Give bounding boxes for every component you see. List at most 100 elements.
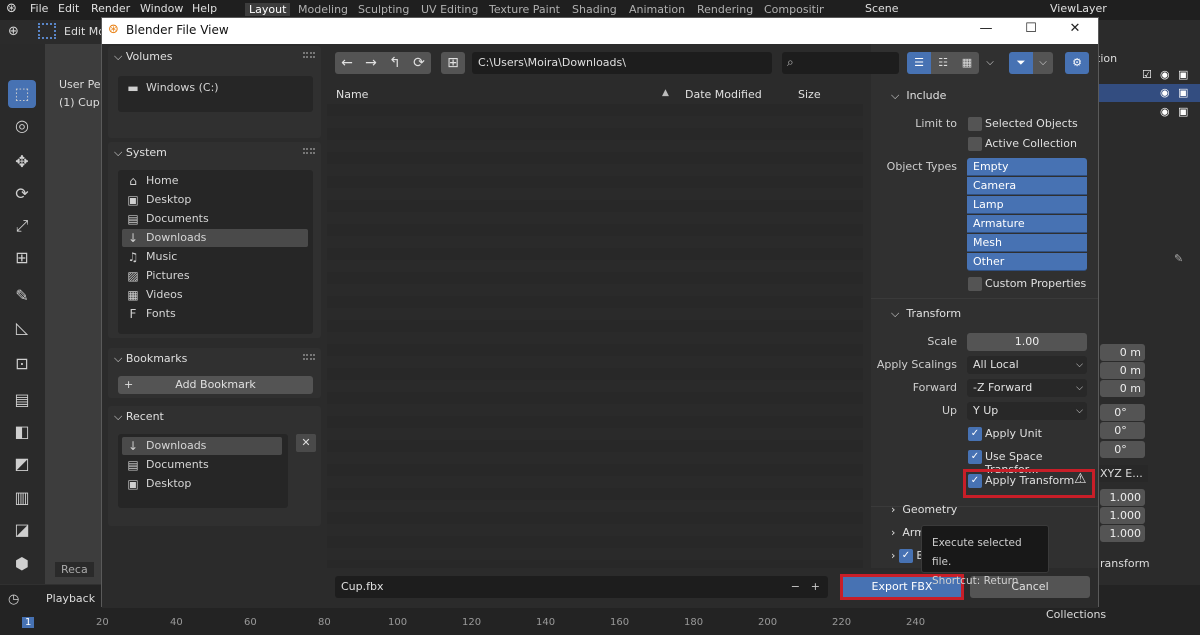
apply-transform-checkbox[interactable]: ✓	[968, 474, 982, 488]
eye-icon[interactable]: ◉	[1160, 105, 1170, 118]
poly-build-tool-icon[interactable]: ⬢	[8, 550, 36, 578]
apply-transform-label[interactable]: Apply Transform	[985, 474, 1074, 487]
apply-unit-label[interactable]: Apply Unit	[985, 427, 1042, 440]
parent-directory-icon[interactable]: ↰	[383, 52, 407, 74]
refresh-icon[interactable]: ⟳	[407, 52, 431, 74]
location-x-field[interactable]: 0 m	[1100, 344, 1145, 361]
geometry-panel-header[interactable]: › Geometry	[891, 503, 957, 516]
checkbox-icon[interactable]: ☑	[1142, 68, 1152, 81]
apply-unit-checkbox[interactable]: ✓	[968, 427, 982, 441]
selected-objects-label[interactable]: Selected Objects	[985, 117, 1078, 130]
rotation-z-field[interactable]: 0°	[1100, 441, 1145, 458]
armature-panel-header[interactable]: › Arm	[891, 526, 925, 539]
column-date-modified[interactable]: Date Modified	[685, 88, 762, 101]
select-box-icon[interactable]	[38, 23, 56, 39]
collections-label[interactable]: Collections	[1046, 608, 1106, 621]
close-button[interactable]: ✕	[1060, 21, 1090, 41]
recent-item-downloads[interactable]: ↓ Downloads	[122, 437, 282, 455]
add-bookmark-button[interactable]: + Add Bookmark	[118, 376, 313, 394]
horizontal-list-icon[interactable]: ☷	[931, 52, 955, 74]
sidebar-item-documents[interactable]: ▤ Documents	[122, 210, 308, 228]
tab-uv-editing[interactable]: UV Editing	[421, 3, 478, 16]
scale-tool-icon[interactable]: ⤢	[8, 212, 36, 240]
filename-input[interactable]: Cup.fbx − +	[335, 576, 828, 598]
minimize-button[interactable]: —	[971, 21, 1001, 41]
timeline-ruler[interactable]: 1 20 40 60 80 100 120 140 160 180 200 22…	[20, 613, 1020, 635]
recall-panel[interactable]: Reca	[55, 562, 94, 577]
type-mesh-toggle[interactable]: Mesh	[967, 234, 1087, 252]
tab-sculpting[interactable]: Sculpting	[358, 3, 409, 16]
use-space-transform-checkbox[interactable]: ✓	[968, 450, 982, 464]
bookmarks-header[interactable]: ⌵ Bookmarks	[114, 352, 187, 366]
camera-render-icon[interactable]: ▣	[1178, 105, 1188, 118]
tab-shading[interactable]: Shading	[572, 3, 617, 16]
sidebar-item-music[interactable]: ♫ Music	[122, 248, 308, 266]
type-other-toggle[interactable]: Other	[967, 253, 1087, 271]
move-tool-icon[interactable]: ✥	[8, 148, 36, 176]
tab-compositing[interactable]: Compositing	[764, 3, 824, 16]
recent-item-documents[interactable]: ▤ Documents	[122, 456, 282, 474]
bake-animation-panel-header[interactable]: › ✓ B	[891, 549, 924, 563]
rotation-x-field[interactable]: 0°	[1100, 404, 1145, 421]
sidebar-item-videos[interactable]: ▦ Videos	[122, 286, 308, 304]
back-arrow-icon[interactable]: ←	[335, 52, 359, 74]
file-listing[interactable]	[327, 104, 863, 594]
display-options-chevron-icon[interactable]: ⌵	[981, 52, 999, 74]
rotation-y-field[interactable]: 0°	[1100, 422, 1145, 439]
path-input[interactable]: C:\Users\Moira\Downloads\	[472, 52, 772, 74]
column-name[interactable]: Name	[336, 88, 368, 101]
inset-tool-icon[interactable]: ◧	[8, 418, 36, 446]
playback-menu[interactable]: Playback	[46, 592, 95, 605]
blender-logo-icon[interactable]: ⊛	[6, 1, 17, 16]
annotate-tool-icon[interactable]: ✎	[8, 282, 36, 310]
apply-scalings-dropdown[interactable]: All Local ⌵	[967, 356, 1087, 374]
active-collection-checkbox[interactable]	[968, 137, 982, 151]
selected-objects-checkbox[interactable]	[968, 117, 982, 131]
rotation-mode-dropdown[interactable]: XYZ E...	[1098, 465, 1148, 482]
eye-icon[interactable]: ◉	[1160, 86, 1170, 99]
menu-render[interactable]: Render	[91, 2, 130, 15]
system-header[interactable]: ⌵ System	[114, 146, 167, 160]
menu-help[interactable]: Help	[192, 2, 217, 15]
transform-panel-header[interactable]: ⌵ Transform	[891, 307, 961, 321]
sidebar-item-desktop[interactable]: ▣ Desktop	[122, 191, 308, 209]
vertical-list-icon[interactable]: ☰	[907, 52, 931, 74]
type-lamp-toggle[interactable]: Lamp	[967, 196, 1087, 214]
custom-properties-checkbox[interactable]	[968, 277, 982, 291]
decrement-icon[interactable]: −	[791, 576, 800, 598]
file-list-scrollbar[interactable]	[863, 104, 871, 594]
thumbnails-icon[interactable]: ▦	[955, 52, 979, 74]
recent-header[interactable]: ⌵ Recent	[114, 410, 164, 424]
scale-field[interactable]: 1.00	[967, 333, 1087, 351]
menu-edit[interactable]: Edit	[58, 2, 79, 15]
sort-ascending-icon[interactable]: ▲	[662, 88, 669, 98]
add-cube-tool-icon[interactable]: ⊡	[8, 350, 36, 378]
recent-item-desktop[interactable]: ▣ Desktop	[122, 475, 282, 493]
timeline-editor-icon[interactable]: ◷	[8, 592, 19, 607]
mode-selector[interactable]: Edit Mo	[64, 25, 105, 38]
editor-type-icon[interactable]: ⊕	[8, 24, 19, 39]
cursor-tool-icon[interactable]: ◎	[8, 112, 36, 140]
column-size[interactable]: Size	[798, 88, 821, 101]
location-y-field[interactable]: 0 m	[1100, 362, 1145, 379]
sidebar-item-home[interactable]: ⌂ Home	[122, 172, 308, 190]
extrude-tool-icon[interactable]: ▤	[8, 386, 36, 414]
sidebar-item-fonts[interactable]: F Fonts	[122, 305, 308, 323]
custom-properties-label[interactable]: Custom Properties	[985, 277, 1086, 290]
menu-file[interactable]: File	[30, 2, 48, 15]
sidebar-item-downloads[interactable]: ↓ Downloads	[122, 229, 308, 247]
new-folder-icon[interactable]: ⊞	[441, 52, 465, 74]
forward-axis-dropdown[interactable]: -Z Forward ⌵	[967, 379, 1087, 397]
filter-options-chevron-icon[interactable]: ⌵	[1033, 52, 1053, 74]
sidebar-item-pictures[interactable]: ▨ Pictures	[122, 267, 308, 285]
tab-layout[interactable]: Layout	[245, 3, 291, 16]
transform-tool-icon[interactable]: ⊞	[8, 244, 36, 272]
camera-render-icon[interactable]: ▣	[1178, 86, 1188, 99]
scale-y-field[interactable]: 1.000	[1100, 507, 1145, 524]
pin-icon[interactable]: ✎	[1174, 252, 1183, 265]
menu-window[interactable]: Window	[140, 2, 183, 15]
gear-icon[interactable]: ⚙	[1065, 52, 1089, 74]
type-empty-toggle[interactable]: Empty	[967, 158, 1087, 176]
tab-modeling[interactable]: Modeling	[298, 3, 348, 16]
camera-render-icon[interactable]: ▣	[1178, 68, 1188, 81]
